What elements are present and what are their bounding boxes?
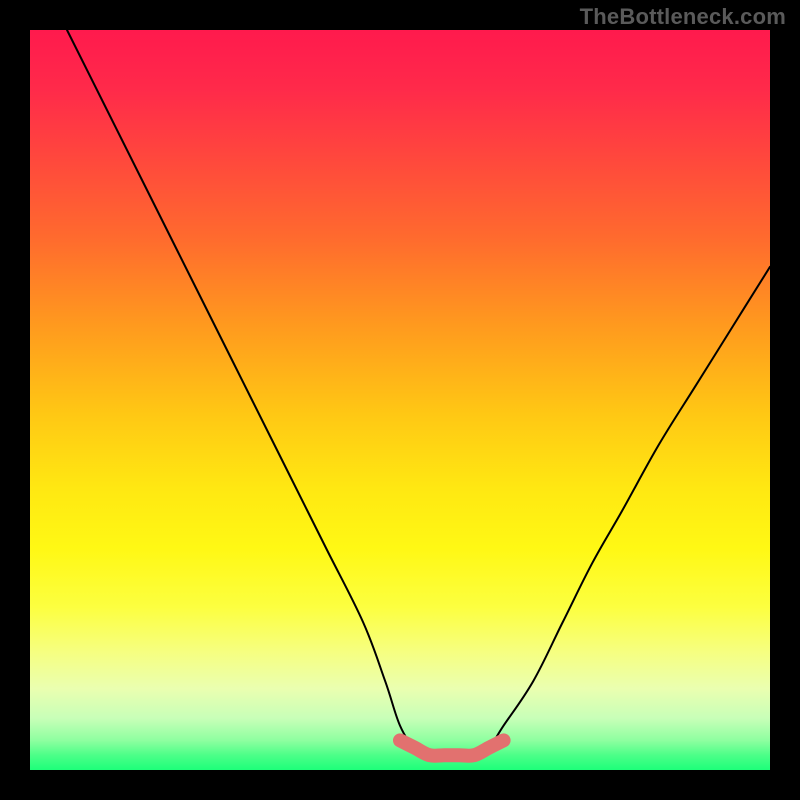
plot-area [30, 30, 770, 770]
watermark-text: TheBottleneck.com [580, 6, 786, 28]
chart-svg [30, 30, 770, 770]
chart-frame: TheBottleneck.com [0, 0, 800, 800]
curve-path [67, 30, 770, 756]
optimal-band-path [400, 740, 504, 755]
